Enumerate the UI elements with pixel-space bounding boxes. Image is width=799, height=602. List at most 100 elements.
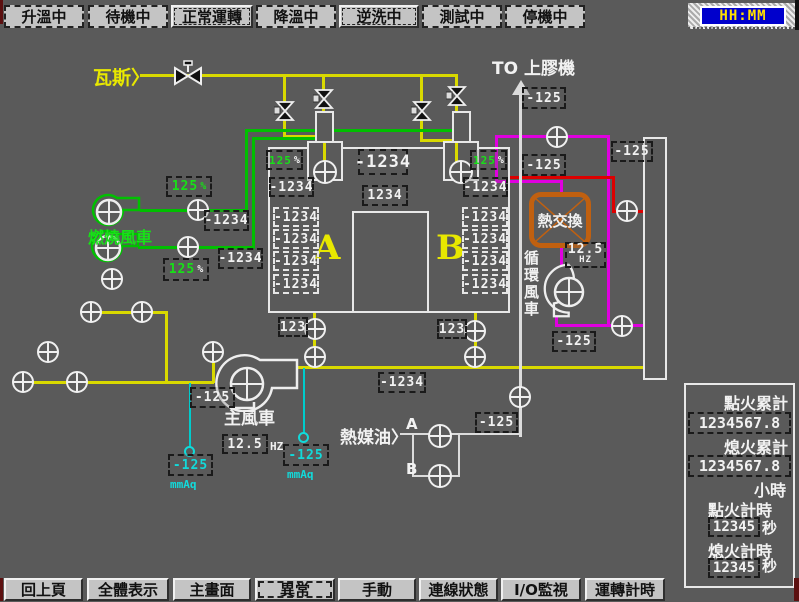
value: 125 (172, 179, 198, 194)
nav-button-overview[interactable]: 全體表示 (87, 578, 169, 601)
hot-air-pipe (509, 176, 615, 179)
display-a-temp: -1234 (273, 229, 319, 249)
zone-b-label: B (436, 228, 465, 268)
valve-icon (274, 100, 296, 122)
screen-edge (0, 0, 3, 24)
status-button-label: 正常運轉 (182, 6, 242, 27)
display-center-sub: 1234 (362, 185, 408, 206)
display-fan1-press: -1234 (204, 210, 249, 231)
clock-value: HH:MM (719, 8, 766, 24)
unit: HZ (579, 255, 592, 266)
hmi-screen: 升溫中 待機中 正常運轉 降溫中 逆洗中 測試中 停機中 HH:MM (0, 0, 799, 602)
heat-exchanger: 熱交換 (529, 192, 591, 248)
nav-button-main-screen[interactable]: 主畫面 (173, 578, 251, 601)
arrow-glyph: 〉 (131, 67, 150, 89)
status-button-cooling[interactable]: 降溫中 (256, 5, 336, 28)
status-button-normal-run[interactable]: 正常運轉 (171, 5, 253, 28)
damper-icon (304, 346, 326, 368)
value: 125 (473, 154, 496, 167)
oil-valve-b-icon (428, 464, 452, 488)
status-button-test[interactable]: 測試中 (422, 5, 502, 28)
valve-icon (313, 88, 335, 110)
circulation-pipe (607, 135, 610, 326)
status-button-stopped[interactable]: 停機中 (505, 5, 585, 28)
extinguish-total-value: 1234567.8 (688, 455, 791, 477)
circulation-fan-icon (542, 262, 598, 322)
display-b-pct: 125% (470, 150, 507, 170)
combustion-fan-label: 燃燒風車 (88, 224, 152, 248)
unit: % (200, 181, 206, 192)
oil-branch-a-label: A (406, 415, 418, 433)
nav-button-runtime-timer[interactable]: 運轉計時 (585, 578, 665, 601)
seconds-label: 秒 (762, 555, 777, 576)
gas-label-text: 瓦斯 (93, 67, 131, 89)
display-to-machine-mid: -125 (522, 154, 566, 176)
display-a-outlet: 123 (278, 317, 308, 337)
screen-corner (795, 0, 799, 30)
value: 125 (169, 262, 195, 277)
hz-unit-label: HZ (270, 440, 283, 453)
combustion-air-pipe (252, 137, 255, 249)
burner-b (452, 111, 471, 143)
status-button-heating[interactable]: 升溫中 (4, 5, 84, 28)
heat-oil-pipe (450, 433, 520, 435)
ignition-total-value: 1234567.8 (688, 412, 791, 434)
seconds-label: 秒 (762, 517, 777, 538)
unit: % (294, 155, 300, 166)
display-main-fan-hz: 12.5 (222, 434, 268, 454)
burner-a-nozzle-icon (313, 160, 337, 184)
unit: % (498, 155, 504, 166)
damper-icon (37, 341, 59, 363)
ignition-total-label: 點火累計 (690, 390, 788, 414)
valve-icon (411, 100, 433, 122)
nav-button-manual[interactable]: 手動 (338, 578, 416, 601)
display-center-temp: -1234 (358, 149, 408, 175)
display-a-temp: -1234 (273, 207, 319, 227)
air-pipe (23, 381, 214, 384)
display-circ-hz: 12.5HZ (565, 242, 606, 268)
damper-icon (202, 341, 224, 363)
status-button-backwash[interactable]: 逆洗中 (339, 5, 419, 28)
status-button-label: 停機中 (522, 6, 567, 27)
to-machine-label: TO 上膠機 (492, 54, 575, 79)
damper-icon (464, 346, 486, 368)
display-circ-press: -125 (552, 331, 596, 352)
display-b-temp: -1234 (462, 274, 508, 294)
display-left-draft: -125 (168, 454, 213, 476)
nav-button-alarm[interactable]: 異常 (255, 578, 335, 601)
display-main-duct: -1234 (378, 372, 426, 393)
damper-icon (80, 301, 102, 323)
extinguish-timer-value: 12345 (708, 558, 760, 578)
display-fan2-pct: 125% (163, 258, 209, 281)
damper-icon (611, 315, 633, 337)
mmaq-unit-label: mmAq (287, 468, 314, 481)
nav-button-back[interactable]: 回上頁 (4, 578, 83, 601)
air-pipe (91, 311, 168, 314)
screen-edge (0, 578, 3, 601)
pressure-tap-icon (298, 432, 309, 443)
nav-button-io-monitor[interactable]: I/O監視 (501, 578, 581, 601)
status-button-label: 升溫中 (21, 6, 66, 27)
clock: HH:MM (700, 6, 786, 26)
nav-button-label: 運轉計時 (595, 579, 655, 600)
display-to-machine-top: -125 (522, 87, 566, 109)
screen-edge (794, 578, 799, 601)
display-b-temp: -1234 (462, 207, 508, 227)
nav-button-connection-status[interactable]: 連線狀態 (419, 578, 498, 601)
damper-icon (66, 371, 88, 393)
damper-icon (464, 320, 486, 342)
status-button-standby[interactable]: 待機中 (88, 5, 168, 28)
display-a-press: -1234 (269, 177, 314, 197)
display-b-temp: -1234 (462, 251, 508, 271)
status-button-label: 測試中 (439, 6, 484, 27)
display-oil-press: -125 (475, 412, 518, 433)
nav-button-label: 回上頁 (21, 579, 66, 600)
heat-exchanger-label: 熱交換 (537, 210, 582, 231)
status-button-label: 逆洗中 (356, 6, 401, 27)
damper-icon (509, 386, 531, 408)
chamber-center-wall (352, 211, 429, 313)
nav-button-label: 手動 (362, 579, 392, 600)
display-a-temp: -1234 (273, 251, 319, 271)
valve-icon (446, 85, 468, 107)
pressure-tap-line (303, 368, 305, 434)
